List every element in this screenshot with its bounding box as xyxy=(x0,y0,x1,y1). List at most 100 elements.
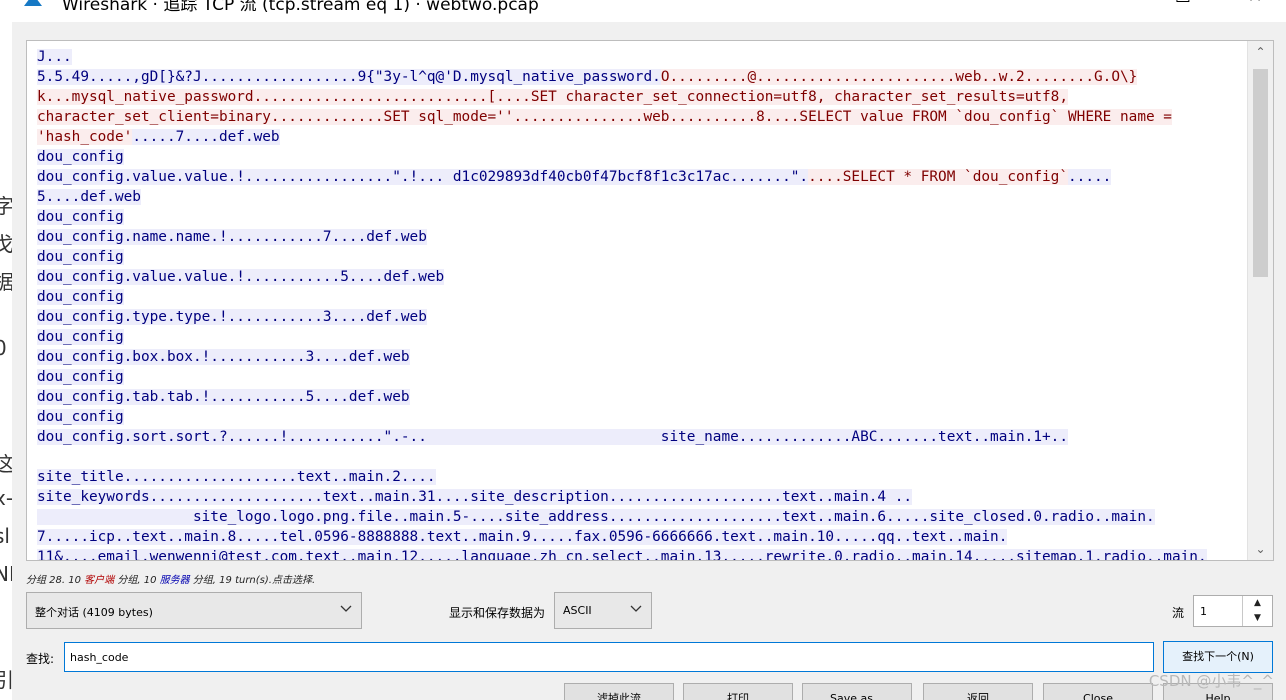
stream-line: site_title....................text..main… xyxy=(37,467,1242,487)
stats-middle: 分组, 10 xyxy=(114,575,160,586)
stream-line: 5....def.web xyxy=(37,187,1242,207)
maximize-button[interactable]: ☐ xyxy=(1160,0,1206,16)
server-data-segment: dou_config.name.name.!...........7....de… xyxy=(37,229,427,245)
background-text: 这 xyxy=(0,452,12,476)
background-text: 引 xyxy=(0,668,12,692)
stats-prefix: 分组 28. 10 xyxy=(26,575,85,586)
print-button[interactable]: 打印 xyxy=(683,683,793,700)
server-data-segment: dou_config xyxy=(37,149,124,165)
stream-line: dou_config.value.value.!................… xyxy=(37,167,1242,187)
show-as-select[interactable]: ASCII xyxy=(554,592,652,629)
stream-label: 流 xyxy=(1172,606,1185,620)
client-data-segment: O.........@.......................web..w… xyxy=(660,69,1138,85)
background-text: 戈 xyxy=(0,232,12,256)
close-button[interactable]: Close xyxy=(1043,683,1153,700)
server-data-segment: dou_config.value.value.!...........5....… xyxy=(37,269,445,285)
stream-line: J... xyxy=(37,47,1242,67)
server-data-segment: dou_config.box.box.!...........3....def.… xyxy=(37,349,410,365)
server-data-segment: dou_config xyxy=(37,249,124,265)
find-next-button[interactable]: 查找下一个(N) xyxy=(1163,641,1273,673)
server-data-segment: dou_config.sort.sort.?......!...........… xyxy=(37,429,1069,445)
server-data-segment: dou_config.value.value.!................… xyxy=(37,169,809,185)
stream-line: dou_config.name.name.!...........7....de… xyxy=(37,227,1242,247)
server-data-segment: dou_config xyxy=(37,289,124,305)
stream-line: dou_config.type.type.!...........3....de… xyxy=(37,307,1242,327)
title-bar: Wireshark · 追踪 TCP 流 (tcp.stream eq 1) ·… xyxy=(12,0,1286,22)
stream-line: 5.5.49.....,gD[}&?J..................9{"… xyxy=(37,67,1242,87)
filter-out-stream-button[interactable]: 滤掉此流 xyxy=(564,683,674,700)
conversation-select-value: 整个对话 (4109 bytes) xyxy=(35,606,153,619)
server-data-segment: site_keywords....................text..m… xyxy=(37,489,913,505)
stream-line: dou_config xyxy=(37,327,1242,347)
window-title: Wireshark · 追踪 TCP 流 (tcp.stream eq 1) ·… xyxy=(62,0,539,15)
server-data-segment: 11&....email.wenwenni@test.com.text..mai… xyxy=(37,549,1207,560)
stream-line: dou_config xyxy=(37,147,1242,167)
stream-line: k...mysql_native_password...............… xyxy=(37,87,1242,107)
scroll-down-arrow-icon[interactable]: ⌄ xyxy=(1248,538,1273,560)
vertical-scrollbar[interactable]: ⌃ ⌄ xyxy=(1247,41,1273,560)
stream-line: character_set_client=binary.............… xyxy=(37,107,1242,127)
spin-up-icon[interactable]: ▲ xyxy=(1243,596,1272,611)
stream-content-area[interactable]: J... 5.5.49.....,gD[}&?J.................… xyxy=(26,40,1274,561)
stats-suffix: 分组, 19 turn(s).点击选择. xyxy=(189,575,316,586)
server-data-segment: 7.....icp..text..main.8.....tel.0596-888… xyxy=(37,529,1008,545)
stream-line: dou_config xyxy=(37,367,1242,387)
background-text: 0 xyxy=(0,336,7,360)
chevron-down-icon xyxy=(630,605,642,612)
server-data-segment: site_title....................text..main… xyxy=(37,469,436,485)
close-window-button[interactable]: ✕ xyxy=(1232,0,1278,16)
stream-line: dou_config xyxy=(37,287,1242,307)
find-input[interactable] xyxy=(64,642,1154,672)
stream-line: dou_config xyxy=(37,207,1242,227)
stream-line: site_logo.logo.png.file..main.5-....site… xyxy=(37,507,1242,527)
wireshark-logo-icon xyxy=(24,0,42,6)
server-data-segment: 5.5.49.....,gD[}&?J..................9{"… xyxy=(37,69,661,85)
stream-number-value: 1 xyxy=(1200,605,1207,618)
stream-line: 7.....icp..text..main.8.....tel.0596-888… xyxy=(37,527,1242,547)
server-data-segment: dou_config xyxy=(37,329,124,345)
server-data-segment: dou_config xyxy=(37,409,124,425)
background-text: sl xyxy=(0,524,10,548)
background-text: NI xyxy=(0,562,12,586)
stream-line: dou_config.tab.tab.!...........5....def.… xyxy=(37,387,1242,407)
stream-line: 'hash_code'.....7....def.web xyxy=(37,127,1242,147)
client-data-segment: 'hash_code' xyxy=(37,129,133,145)
background-window-strip: 字 戈 据 0 这 x- sl NI 引 xyxy=(0,0,12,700)
save-as-button[interactable]: Save as… xyxy=(802,683,912,700)
client-data-segment: k...mysql_native_password...............… xyxy=(37,89,1069,105)
stream-line: dou_config.value.value.!...........5....… xyxy=(37,267,1242,287)
server-data-segment: .....7....def.web xyxy=(132,129,280,145)
stream-number-spinbox[interactable]: 1 ▲ ▼ xyxy=(1193,595,1273,627)
server-data-segment: ..... xyxy=(1068,169,1112,185)
scroll-up-arrow-icon[interactable]: ⌃ xyxy=(1248,41,1273,63)
stats-server-label[interactable]: 服务器 xyxy=(160,575,190,586)
stats-client-label[interactable]: 客户端 xyxy=(84,575,114,586)
back-button[interactable]: 返回 xyxy=(923,683,1033,700)
stream-line xyxy=(37,447,1242,467)
background-text: 字 xyxy=(0,194,12,218)
background-text: 据 xyxy=(0,270,12,294)
chevron-down-icon xyxy=(340,605,352,612)
server-data-segment: 5....def.web xyxy=(37,189,141,205)
find-label: 查找: xyxy=(26,652,55,666)
spin-down-icon[interactable]: ▼ xyxy=(1243,611,1272,626)
stream-line: dou_config xyxy=(37,247,1242,267)
server-data-segment: site_logo.logo.png.file..main.5-....site… xyxy=(37,509,1155,525)
conversation-select[interactable]: 整个对话 (4109 bytes) xyxy=(26,592,362,629)
client-data-segment: character_set_client=binary.............… xyxy=(37,109,1172,125)
stream-line: dou_config.sort.sort.?......!...........… xyxy=(37,427,1242,447)
follow-tcp-stream-dialog: J... 5.5.49.....,gD[}&?J.................… xyxy=(12,22,1286,700)
stream-line: site_keywords....................text..m… xyxy=(37,487,1242,507)
server-data-segment: dou_config.type.type.!...........3....de… xyxy=(37,309,427,325)
client-data-segment: ....SELECT * FROM `dou_config` xyxy=(808,169,1069,185)
server-data-segment: dou_config xyxy=(37,209,124,225)
stream-line: dou_config xyxy=(37,407,1242,427)
server-data-segment: dou_config.tab.tab.!...........5....def.… xyxy=(37,389,410,405)
stream-line: dou_config.box.box.!...........3....def.… xyxy=(37,347,1242,367)
show-as-label: 显示和保存数据为 xyxy=(449,606,546,620)
watermark: CSDN @小韦^_^ xyxy=(1148,672,1274,690)
server-data-segment: dou_config xyxy=(37,369,124,385)
scrollbar-thumb[interactable] xyxy=(1253,69,1268,277)
stream-line: 11&....email.wenwenni@test.com.text..mai… xyxy=(37,547,1242,560)
stream-stats: 分组 28. 10 客户端 分组, 10 服务器 分组, 19 turn(s).… xyxy=(26,571,315,586)
